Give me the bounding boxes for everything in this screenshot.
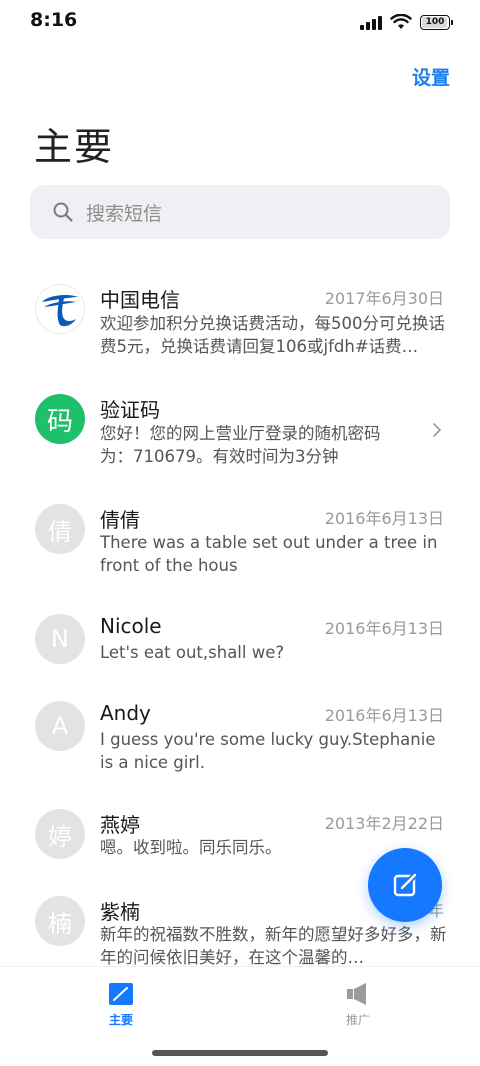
message-item-andy[interactable]: A Andy 2016年6月13日 I guess you're some lu… [0, 697, 480, 797]
avatar: 楠 [35, 896, 85, 946]
status-bar: 8:16 100 [0, 0, 480, 44]
sender-name: 验证码 [100, 398, 160, 422]
battery-level: 100 [425, 17, 445, 27]
tab-promotion[interactable]: 推广 [318, 981, 398, 1033]
avatar: 码 [35, 394, 85, 444]
search-input[interactable]: 搜索短信 [30, 185, 450, 239]
message-preview: There was a table set out under a tree i… [100, 533, 438, 575]
avatar: 婷 [35, 809, 85, 859]
tab-label: 主要 [108, 1013, 133, 1027]
megaphone-icon [347, 983, 366, 1005]
battery-icon: 100 [420, 14, 453, 30]
sender-name: 中国电信 [100, 288, 180, 312]
message-date: 2016年6月13日 [324, 509, 444, 528]
china-telecom-logo-icon [42, 294, 78, 327]
message-date: 2013年2月22日 [324, 814, 444, 833]
message-date: 2016年6月13日 [324, 619, 444, 638]
sender-name: Andy [100, 701, 151, 725]
page-title: 主要 [34, 125, 115, 169]
sender-name: Nicole [100, 614, 162, 638]
message-item-qianqian[interactable]: 倩 倩倩 2016年6月13日 There was a table set ou… [0, 500, 480, 600]
sender-name: 倩倩 [100, 508, 140, 532]
home-indicator [152, 1050, 328, 1056]
avatar: 倩 [35, 504, 85, 554]
message-date: 2016年6月13日 [324, 706, 444, 725]
compose-icon [393, 873, 417, 897]
tab-label: 推广 [345, 1013, 370, 1027]
avatar: N [35, 614, 85, 664]
status-icons: 100 [360, 12, 453, 32]
sender-name: 燕婷 [100, 813, 140, 837]
message-item-verification-code[interactable]: 码 验证码 您好！您的网上营业厅登录的随机密码为：710679。有效时间为3分钟 [0, 390, 480, 490]
settings-link[interactable]: 设置 [412, 63, 450, 90]
message-preview: I guess you're some lucky guy.Stephanie … [100, 730, 436, 772]
message-preview: 新年的祝福数不胜数，新年的愿望好多好多，新年的问候依旧美好，在这个温馨的… [100, 925, 447, 967]
status-time: 8:16 [30, 9, 78, 31]
avatar [35, 284, 85, 334]
message-preview: 欢迎参加积分兑换话费活动，每500分可兑换话费5元，兑换话费请回复106或jfd… [100, 314, 445, 356]
message-item-china-telecom[interactable]: 中国电信 2017年6月30日 欢迎参加积分兑换话费活动，每500分可兑换话费5… [0, 280, 480, 380]
wifi-icon [390, 14, 412, 29]
signal-icon [360, 15, 382, 30]
message-item-nicole[interactable]: N Nicole 2016年6月13日 Let's eat out,shall … [0, 610, 480, 710]
message-date: 2017年6月30日 [324, 289, 444, 308]
search-icon [53, 202, 73, 222]
search-placeholder: 搜索短信 [86, 202, 163, 225]
sender-name: 紫楠 [100, 900, 140, 924]
tab-main[interactable]: 主要 [81, 981, 161, 1033]
avatar: A [35, 701, 85, 751]
edit-square-icon [109, 983, 133, 1005]
message-preview: 您好！您的网上营业厅登录的随机密码为：710679。有效时间为3分钟 [100, 424, 381, 466]
chevron-right-icon [433, 423, 441, 437]
compose-button[interactable] [368, 848, 442, 922]
message-preview: Let's eat out,shall we? [100, 643, 285, 662]
